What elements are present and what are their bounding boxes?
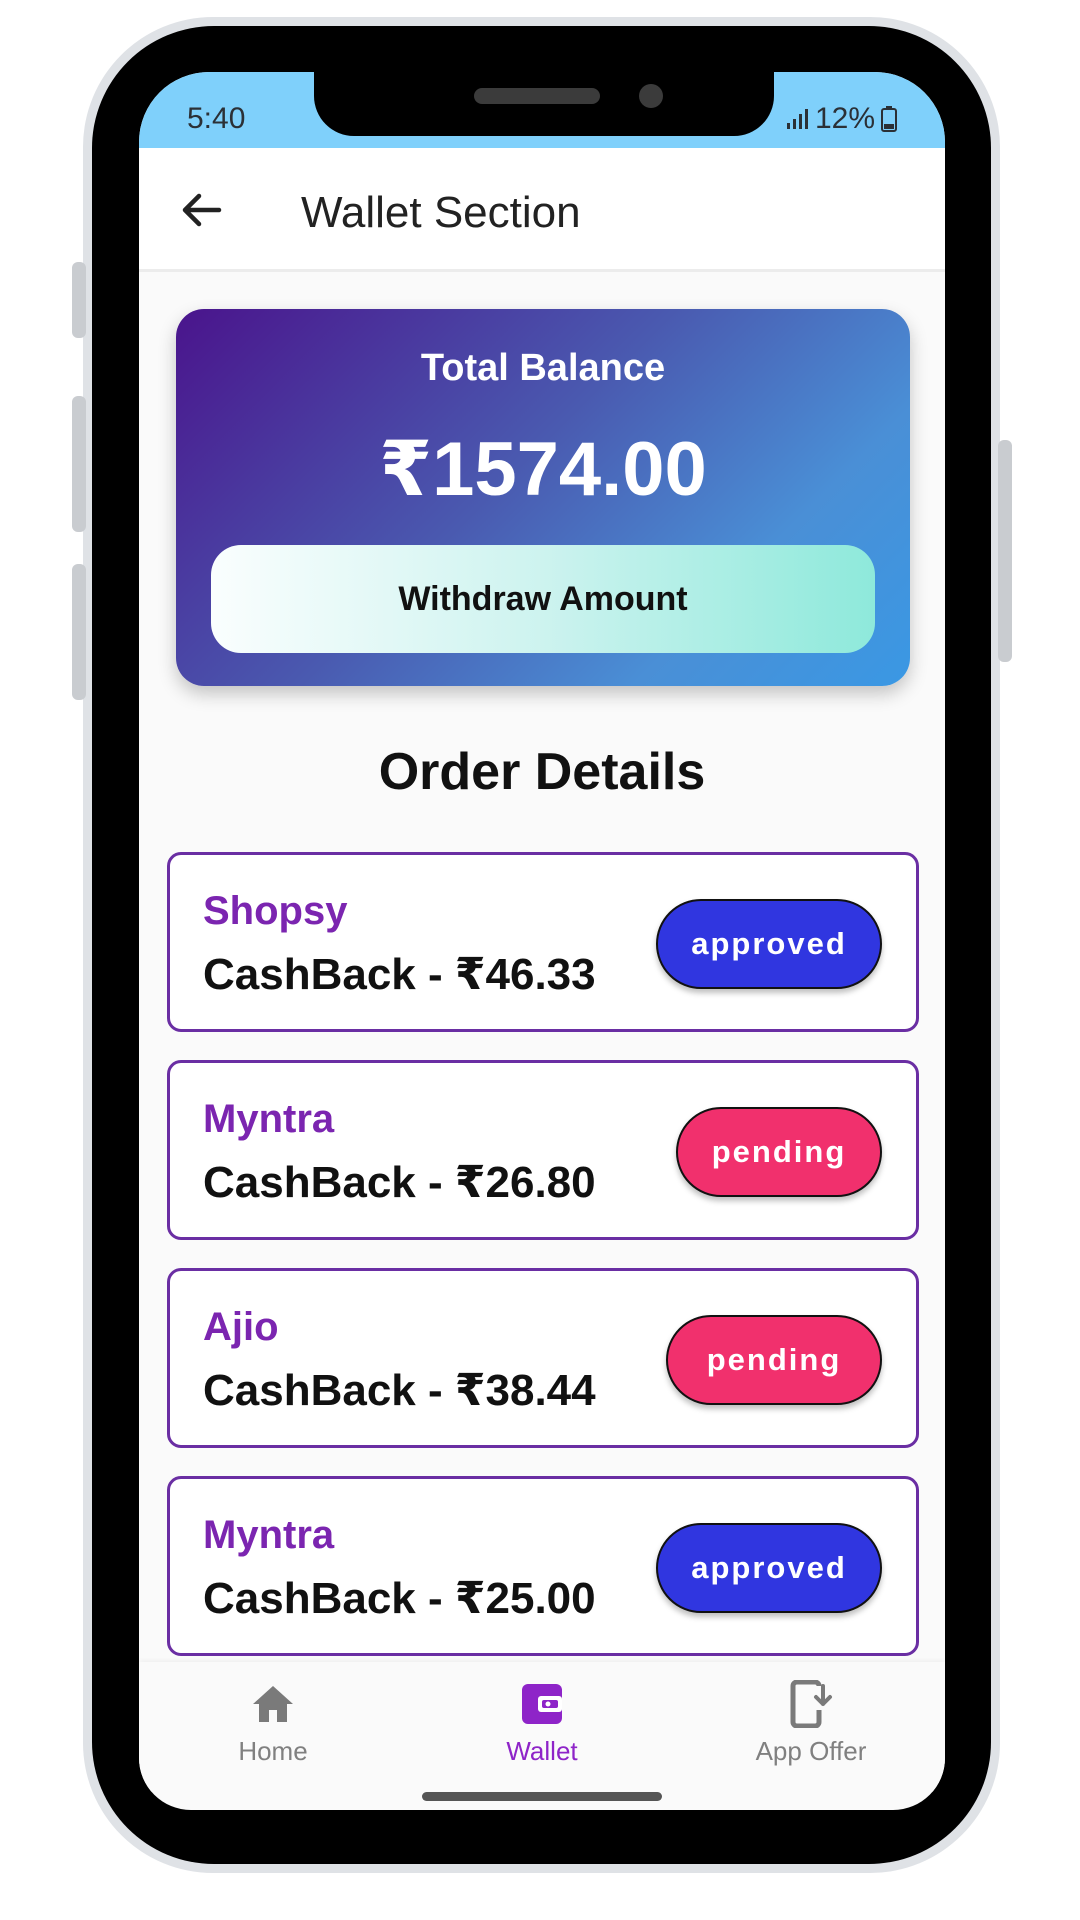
order-card[interactable]: Ajio CashBack - ₹38.44 pending bbox=[167, 1268, 919, 1448]
cashback-amount: CashBack - ₹46.33 bbox=[203, 950, 596, 999]
balance-label: Total Balance bbox=[420, 347, 666, 389]
order-card[interactable]: Myntra CashBack - ₹25.00 approved bbox=[167, 1476, 919, 1656]
app-download-icon bbox=[790, 1680, 833, 1728]
nav-item-wallet[interactable]: Wallet bbox=[452, 1680, 632, 1767]
nav-label-app-offer: App Offer bbox=[755, 1736, 867, 1766]
store-name: Shopsy bbox=[203, 889, 348, 933]
withdraw-button[interactable]: Withdraw Amount bbox=[211, 545, 875, 653]
phone-screen: 5:40 12% Wallet Section Total Balance ₹1… bbox=[139, 72, 945, 1810]
store-name: Myntra bbox=[203, 1097, 335, 1141]
back-arrow-icon[interactable] bbox=[179, 188, 223, 232]
cashback-amount: CashBack - ₹25.00 bbox=[203, 1574, 596, 1623]
bottom-navigation: Home Wallet App Offer bbox=[139, 1662, 945, 1792]
status-time: 5:40 bbox=[187, 102, 246, 135]
battery-icon bbox=[881, 106, 897, 132]
phone-volume-down-button bbox=[72, 564, 86, 700]
order-details-heading: Order Details bbox=[378, 743, 706, 801]
status-bar: 5:40 12% bbox=[139, 72, 945, 148]
nav-label-wallet: Wallet bbox=[506, 1736, 578, 1766]
status-badge-pending[interactable]: pending bbox=[676, 1107, 882, 1197]
signal-icon bbox=[786, 109, 808, 129]
status-badge-approved[interactable]: approved bbox=[656, 1523, 882, 1613]
phone-mute-switch bbox=[72, 262, 86, 338]
store-name: Myntra bbox=[203, 1513, 335, 1557]
home-indicator bbox=[422, 1792, 662, 1801]
status-badge-approved[interactable]: approved bbox=[656, 899, 882, 989]
app-bar: Wallet Section bbox=[139, 148, 945, 272]
notch bbox=[314, 72, 774, 136]
balance-card: Total Balance ₹1574.00 Withdraw Amount bbox=[176, 309, 910, 686]
status-indicators: 12% bbox=[785, 102, 897, 136]
store-name: Ajio bbox=[203, 1305, 279, 1349]
home-icon bbox=[253, 1686, 293, 1722]
nav-item-app-offer[interactable]: App Offer bbox=[721, 1680, 901, 1767]
cashback-amount: CashBack - ₹38.44 bbox=[203, 1366, 596, 1415]
wallet-icon bbox=[522, 1684, 562, 1724]
order-card[interactable]: Myntra CashBack - ₹26.80 pending bbox=[167, 1060, 919, 1240]
phone-volume-up-button bbox=[72, 396, 86, 532]
order-list: Shopsy CashBack - ₹46.33 approved Myntra… bbox=[167, 852, 919, 1684]
battery-percent: 12% bbox=[814, 102, 875, 135]
nav-label-home: Home bbox=[238, 1736, 308, 1766]
speaker-grille bbox=[474, 88, 600, 104]
front-camera bbox=[639, 84, 663, 108]
phone-power-button bbox=[998, 440, 1012, 662]
cashback-amount: CashBack - ₹26.80 bbox=[203, 1158, 596, 1207]
balance-amount: ₹1574.00 bbox=[379, 427, 707, 512]
page-title: Wallet Section bbox=[301, 188, 581, 237]
status-badge-pending[interactable]: pending bbox=[666, 1315, 882, 1405]
nav-item-home[interactable]: Home bbox=[183, 1680, 363, 1767]
order-card[interactable]: Shopsy CashBack - ₹46.33 approved bbox=[167, 852, 919, 1032]
